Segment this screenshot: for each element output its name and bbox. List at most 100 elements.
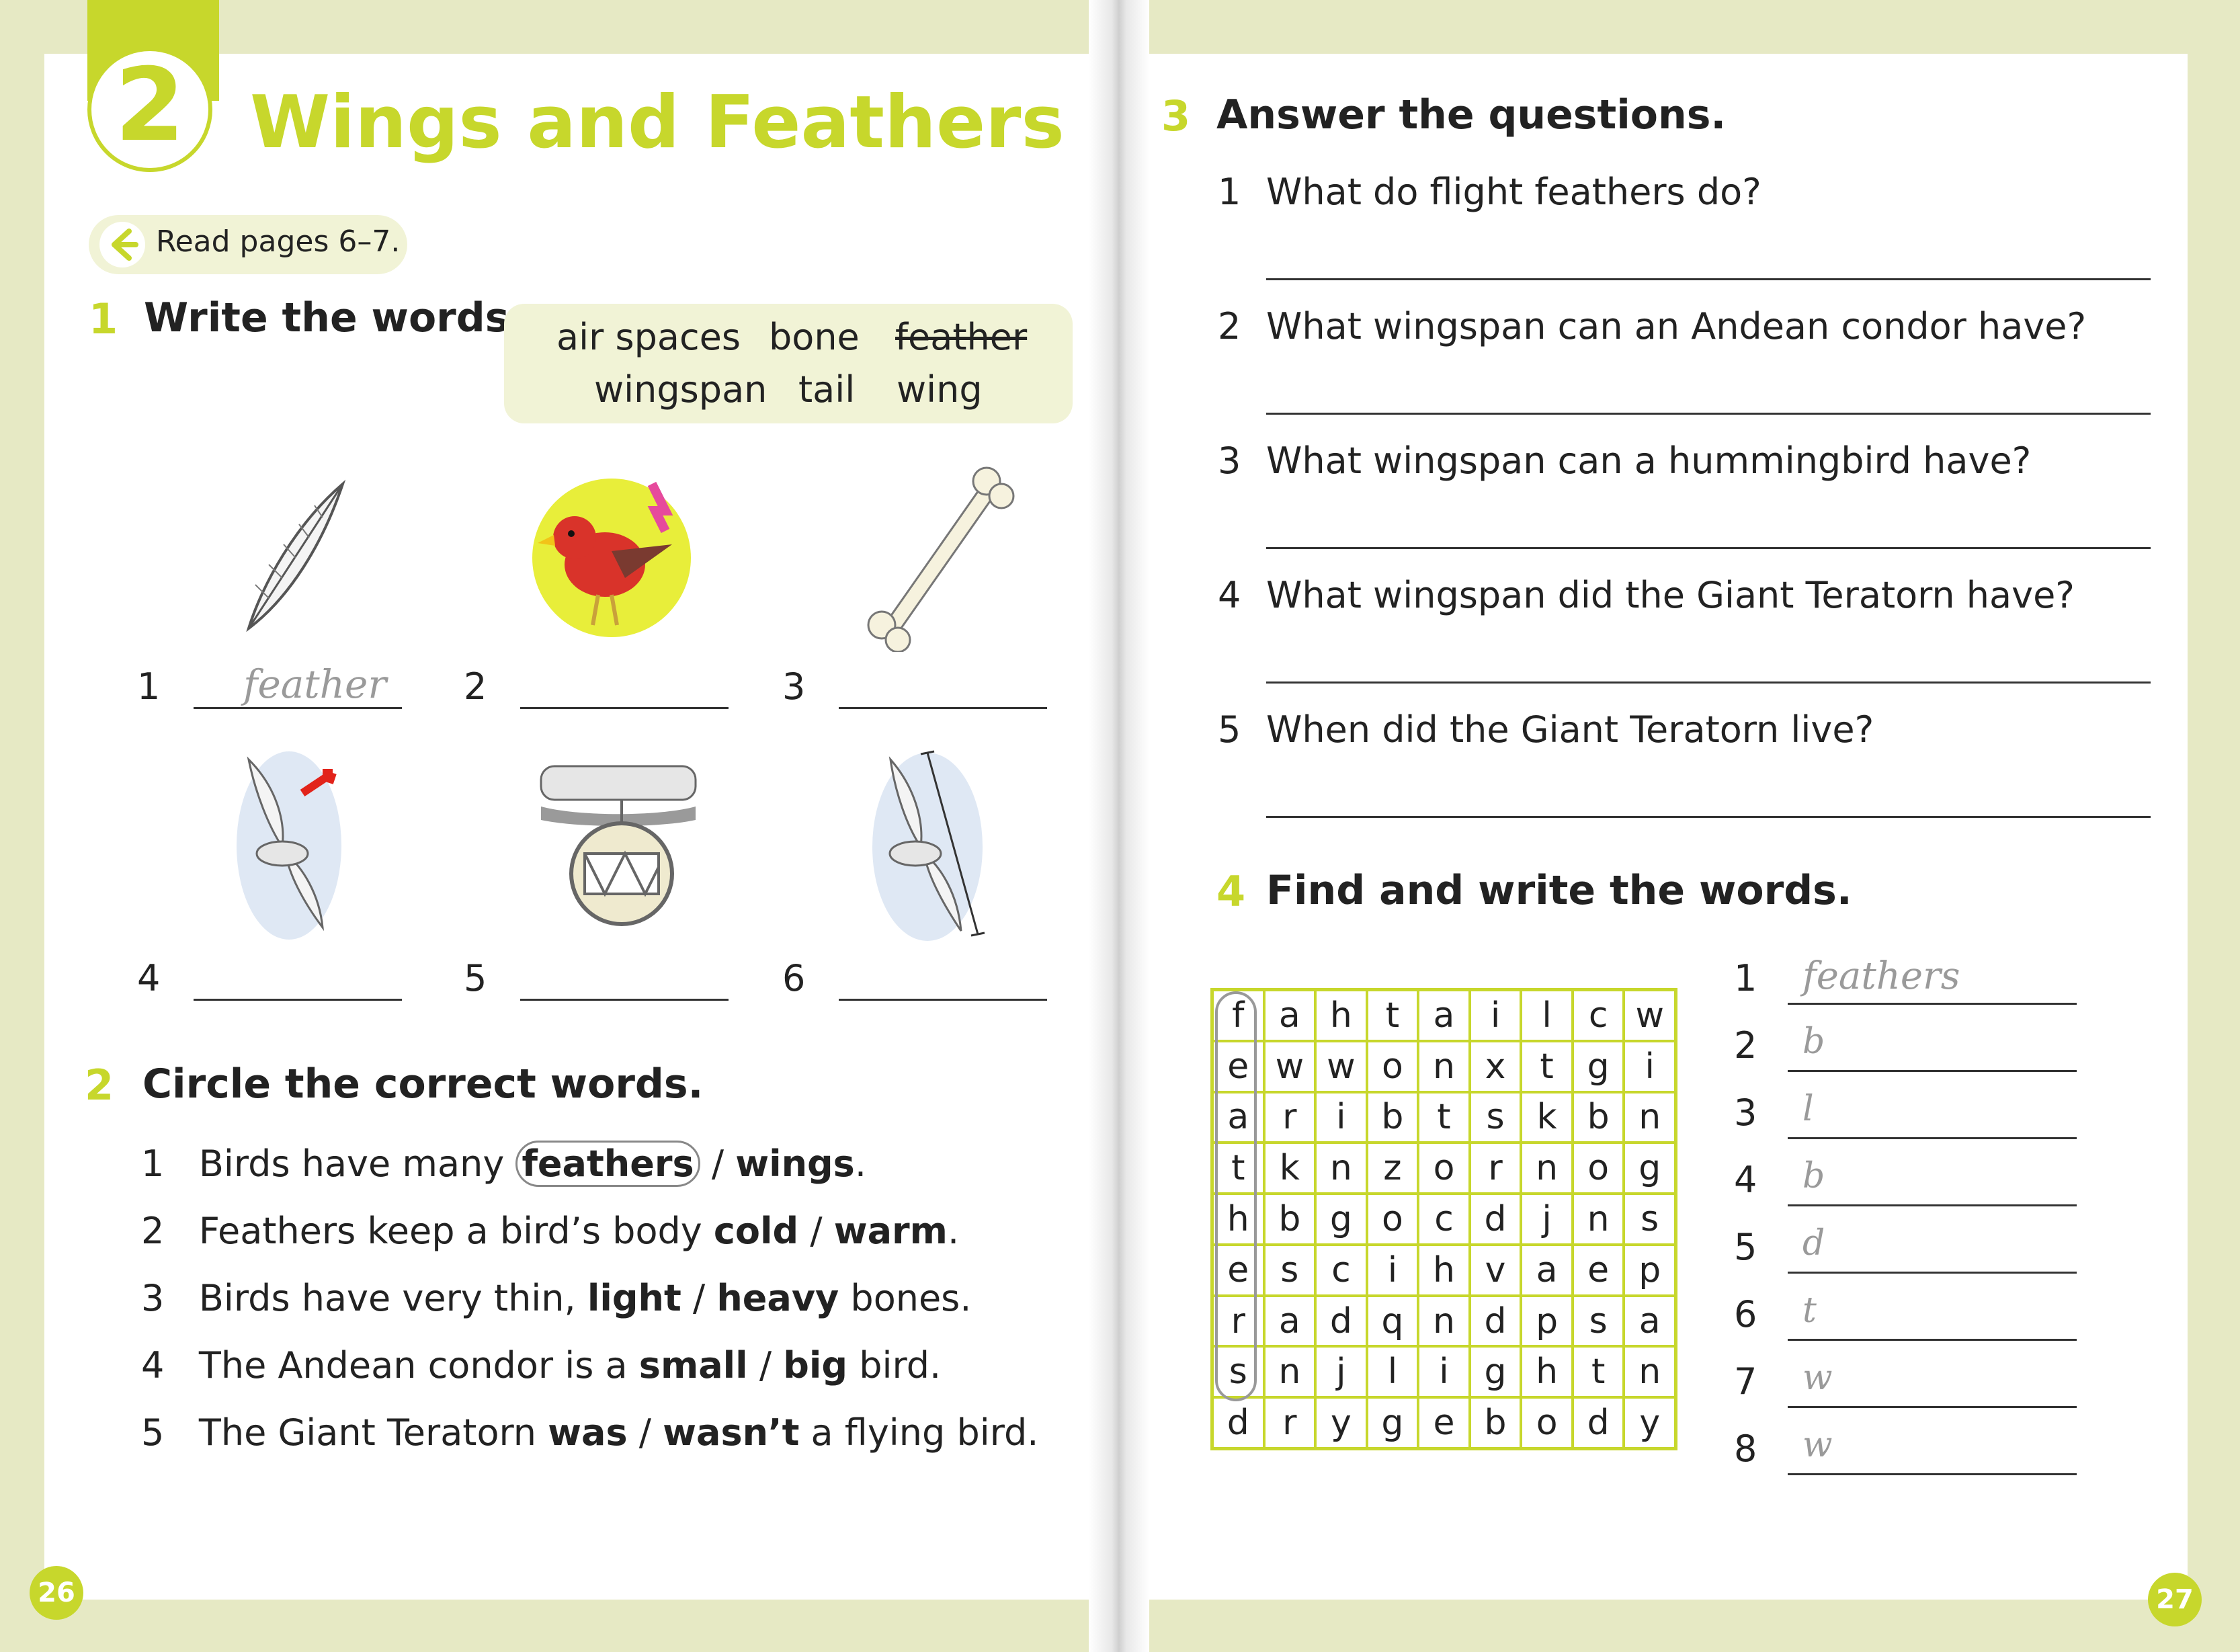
- grid-cell[interactable]: n: [1418, 1295, 1470, 1347]
- grid-cell[interactable]: v: [1469, 1244, 1522, 1296]
- grid-cell[interactable]: o: [1572, 1143, 1624, 1194]
- grid-cell[interactable]: g: [1572, 1040, 1624, 1092]
- answer-line[interactable]: [520, 999, 729, 1001]
- grid-cell[interactable]: r: [1263, 1091, 1316, 1143]
- answer-line[interactable]: [194, 707, 402, 709]
- grid-cell[interactable]: k: [1263, 1143, 1316, 1194]
- circled-answer[interactable]: feathers: [515, 1141, 700, 1187]
- answer-line[interactable]: [1266, 682, 2151, 684]
- answer-line[interactable]: [1266, 278, 2151, 280]
- option[interactable]: heavy: [716, 1277, 839, 1319]
- grid-cell[interactable]: h: [1315, 990, 1367, 1041]
- answer-line[interactable]: [839, 707, 1047, 709]
- grid-cell[interactable]: b: [1572, 1091, 1624, 1143]
- grid-cell[interactable]: e: [1572, 1244, 1624, 1296]
- grid-cell[interactable]: i: [1469, 990, 1522, 1041]
- grid-cell[interactable]: w: [1263, 1040, 1316, 1092]
- grid-cell[interactable]: a: [1418, 990, 1470, 1041]
- grid-cell[interactable]: p: [1521, 1295, 1573, 1347]
- grid-cell[interactable]: a: [1263, 990, 1316, 1041]
- answer-line[interactable]: [1788, 1473, 2077, 1475]
- grid-cell[interactable]: t: [1366, 990, 1419, 1041]
- grid-cell[interactable]: t: [1418, 1091, 1470, 1143]
- answer-line[interactable]: [1266, 547, 2151, 549]
- grid-cell[interactable]: d: [1212, 1397, 1264, 1448]
- grid-cell[interactable]: r: [1263, 1397, 1316, 1448]
- grid-cell[interactable]: g: [1315, 1194, 1367, 1245]
- answer-line[interactable]: [839, 999, 1047, 1001]
- grid-cell[interactable]: g: [1469, 1346, 1522, 1398]
- answer-line[interactable]: [1788, 1339, 2077, 1341]
- option[interactable]: cold: [714, 1210, 798, 1252]
- grid-cell[interactable]: c: [1572, 990, 1624, 1041]
- answer-line[interactable]: [1788, 1137, 2077, 1139]
- grid-cell[interactable]: a: [1521, 1244, 1573, 1296]
- option[interactable]: was: [548, 1411, 627, 1454]
- grid-cell[interactable]: l: [1521, 990, 1573, 1041]
- grid-cell[interactable]: y: [1315, 1397, 1367, 1448]
- grid-cell[interactable]: s: [1624, 1194, 1675, 1245]
- grid-cell[interactable]: t: [1572, 1346, 1624, 1398]
- grid-cell[interactable]: a: [1624, 1295, 1675, 1347]
- grid-cell[interactable]: k: [1521, 1091, 1573, 1143]
- grid-cell[interactable]: o: [1521, 1397, 1573, 1448]
- answer-line[interactable]: [194, 999, 402, 1001]
- grid-cell[interactable]: n: [1263, 1346, 1316, 1398]
- grid-cell[interactable]: x: [1469, 1040, 1522, 1092]
- grid-cell[interactable]: b: [1469, 1397, 1522, 1448]
- grid-cell[interactable]: c: [1315, 1244, 1367, 1296]
- grid-cell[interactable]: o: [1418, 1143, 1470, 1194]
- grid-cell[interactable]: o: [1366, 1040, 1419, 1092]
- option[interactable]: light: [587, 1277, 681, 1319]
- grid-cell[interactable]: z: [1366, 1143, 1419, 1194]
- grid-cell[interactable]: y: [1624, 1397, 1675, 1448]
- answer-line[interactable]: [1788, 1003, 2077, 1005]
- grid-cell[interactable]: d: [1572, 1397, 1624, 1448]
- grid-cell[interactable]: i: [1418, 1346, 1470, 1398]
- grid-cell[interactable]: d: [1469, 1295, 1522, 1347]
- answer-line[interactable]: [1788, 1070, 2077, 1072]
- grid-cell[interactable]: d: [1315, 1295, 1367, 1347]
- grid-cell[interactable]: p: [1624, 1244, 1675, 1296]
- answer-line[interactable]: [1266, 413, 2151, 415]
- grid-cell[interactable]: o: [1366, 1194, 1419, 1245]
- grid-cell[interactable]: n: [1315, 1143, 1367, 1194]
- grid-cell[interactable]: g: [1624, 1143, 1675, 1194]
- grid-cell[interactable]: a: [1263, 1295, 1316, 1347]
- answer-line[interactable]: [520, 707, 729, 709]
- grid-cell[interactable]: n: [1624, 1346, 1675, 1398]
- grid-cell[interactable]: i: [1624, 1040, 1675, 1092]
- grid-cell[interactable]: b: [1366, 1091, 1419, 1143]
- grid-cell[interactable]: n: [1418, 1040, 1470, 1092]
- grid-cell[interactable]: s: [1572, 1295, 1624, 1347]
- option[interactable]: wings: [735, 1143, 855, 1185]
- grid-cell[interactable]: c: [1418, 1194, 1470, 1245]
- grid-cell[interactable]: n: [1521, 1143, 1573, 1194]
- grid-cell[interactable]: e: [1418, 1397, 1470, 1448]
- option[interactable]: small: [639, 1344, 748, 1387]
- grid-cell[interactable]: s: [1263, 1244, 1316, 1296]
- grid-cell[interactable]: d: [1469, 1194, 1522, 1245]
- answer-line[interactable]: [1788, 1406, 2077, 1408]
- option[interactable]: warm: [834, 1210, 948, 1252]
- answer-line[interactable]: [1266, 816, 2151, 818]
- answer-line[interactable]: [1788, 1204, 2077, 1206]
- grid-cell[interactable]: r: [1469, 1143, 1522, 1194]
- grid-cell[interactable]: j: [1315, 1346, 1367, 1398]
- grid-cell[interactable]: j: [1521, 1194, 1573, 1245]
- grid-cell[interactable]: t: [1521, 1040, 1573, 1092]
- grid-cell[interactable]: l: [1366, 1346, 1419, 1398]
- grid-cell[interactable]: g: [1366, 1397, 1419, 1448]
- grid-cell[interactable]: i: [1366, 1244, 1419, 1296]
- grid-cell[interactable]: s: [1469, 1091, 1522, 1143]
- grid-cell[interactable]: h: [1521, 1346, 1573, 1398]
- grid-cell[interactable]: w: [1624, 990, 1675, 1041]
- grid-cell[interactable]: i: [1315, 1091, 1367, 1143]
- answer-line[interactable]: [1788, 1272, 2077, 1274]
- option[interactable]: wasn’t: [663, 1411, 799, 1454]
- grid-cell[interactable]: w: [1315, 1040, 1367, 1092]
- grid-cell[interactable]: q: [1366, 1295, 1419, 1347]
- grid-cell[interactable]: h: [1418, 1244, 1470, 1296]
- grid-cell[interactable]: b: [1263, 1194, 1316, 1245]
- grid-cell[interactable]: n: [1572, 1194, 1624, 1245]
